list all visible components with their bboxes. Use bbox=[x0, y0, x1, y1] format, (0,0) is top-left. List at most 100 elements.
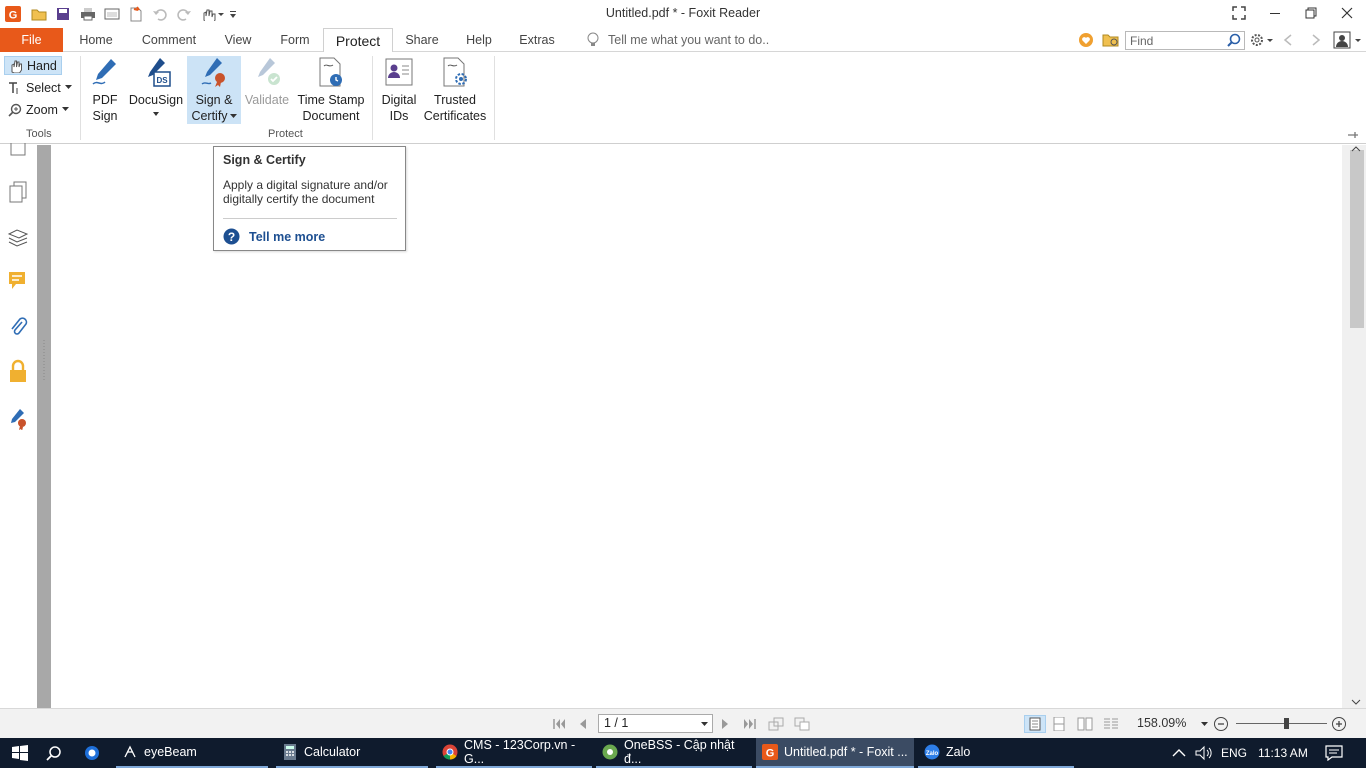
digital-ids-button[interactable]: Digital IDs bbox=[378, 56, 420, 124]
zoom-percentage[interactable]: 158.09% bbox=[1137, 716, 1186, 730]
search-icon[interactable] bbox=[1227, 33, 1241, 47]
taskbar-item-label: Calculator bbox=[304, 745, 361, 759]
navigation-pane bbox=[0, 143, 37, 708]
taskbar-item-zalo[interactable]: Zalo Zalo bbox=[918, 738, 1074, 768]
window-title: Untitled.pdf * - Foxit Reader bbox=[605, 6, 761, 20]
restore-button[interactable] bbox=[1296, 2, 1326, 24]
clock-time[interactable]: 11:13 AM bbox=[1258, 746, 1308, 760]
time-stamp-button[interactable]: Time Stamp Document bbox=[296, 56, 366, 124]
digital-ids-label-1: Digital bbox=[381, 93, 417, 107]
text-select-icon bbox=[8, 81, 22, 95]
docusign-icon: DS bbox=[140, 56, 172, 88]
layers-icon[interactable] bbox=[6, 225, 30, 249]
time-stamp-label-2: Document bbox=[302, 109, 360, 123]
navigation-pane-splitter[interactable] bbox=[37, 145, 51, 708]
bookmark-icon[interactable] bbox=[6, 139, 30, 163]
pin-ribbon-icon[interactable] bbox=[1347, 130, 1359, 140]
zalo-icon: Zalo bbox=[924, 744, 940, 760]
taskbar-item-chrome-cms[interactable]: CMS - 123Corp.vn - G... bbox=[436, 738, 592, 768]
signature-panel-icon[interactable] bbox=[6, 407, 30, 431]
tell-me-text: Tell me what you want to do.. bbox=[608, 33, 770, 47]
help-question-icon: ? bbox=[223, 228, 240, 245]
notifications-icon[interactable] bbox=[1325, 745, 1343, 761]
taskbar-item-eyebeam[interactable]: eyeBeam bbox=[116, 738, 268, 768]
zoom-tool-label: Zoom bbox=[26, 102, 58, 117]
close-button[interactable] bbox=[1332, 2, 1362, 24]
taskbar-item-label: Untitled.pdf * - Foxit ... bbox=[784, 745, 908, 759]
onebss-browser-icon bbox=[602, 744, 618, 760]
validate-button[interactable]: Validate bbox=[244, 56, 290, 124]
title-bar: G Untitled.pdf * - Foxit Reader bbox=[0, 0, 1366, 28]
trusted-certificate-icon bbox=[439, 56, 471, 88]
account-icon[interactable] bbox=[1333, 31, 1363, 49]
docusign-label: DocuSign bbox=[128, 93, 184, 107]
show-hidden-icons-icon[interactable] bbox=[1172, 747, 1186, 759]
zoom-tool-button[interactable]: Zoom bbox=[4, 100, 76, 119]
windows-taskbar: eyeBeam Calculator CMS - 123Corp.vn - G.… bbox=[0, 738, 1366, 768]
zoom-slider-track[interactable] bbox=[1236, 723, 1327, 724]
scroll-up-arrow-icon[interactable] bbox=[1351, 146, 1361, 152]
tab-share[interactable]: Share bbox=[400, 28, 444, 52]
pages-thumbnail-icon[interactable] bbox=[6, 180, 30, 204]
taskbar-item-onebss[interactable]: OneBSS - Cập nhật đ... bbox=[596, 738, 752, 768]
tab-extras[interactable]: Extras bbox=[512, 28, 562, 52]
tab-form[interactable]: Form bbox=[274, 28, 316, 52]
previous-page-icon[interactable] bbox=[574, 715, 592, 733]
sign-certify-button[interactable]: Sign & Certify bbox=[187, 56, 241, 124]
continuous-facing-view-icon[interactable] bbox=[1102, 715, 1120, 733]
previous-view-icon[interactable] bbox=[767, 715, 785, 733]
select-tool-label: Select bbox=[26, 80, 61, 95]
zoom-icon bbox=[8, 103, 22, 117]
zoom-in-icon[interactable] bbox=[1330, 715, 1348, 733]
pen-sign-icon bbox=[89, 56, 121, 88]
next-view-icon[interactable] bbox=[793, 715, 811, 733]
fullscreen-icon[interactable] bbox=[1224, 2, 1254, 24]
taskbar-item-label: Zalo bbox=[946, 745, 971, 759]
next-page-icon[interactable] bbox=[716, 715, 734, 733]
hand-tool-button[interactable]: Hand bbox=[4, 56, 62, 75]
minimize-button[interactable] bbox=[1260, 2, 1290, 24]
chevron-down-icon[interactable] bbox=[1198, 715, 1210, 733]
tell-me-search[interactable]: Tell me what you want to do.. bbox=[586, 32, 769, 48]
tell-me-more-link[interactable]: ? Tell me more bbox=[223, 228, 325, 245]
taskbar-item-calculator[interactable]: Calculator bbox=[276, 738, 428, 768]
docusign-button[interactable]: DS DocuSign bbox=[128, 56, 184, 124]
start-button[interactable] bbox=[6, 738, 40, 768]
tab-home[interactable]: Home bbox=[72, 28, 120, 52]
search-taskbar-button[interactable] bbox=[40, 738, 74, 768]
tell-me-more-text: Tell me more bbox=[249, 229, 326, 244]
page-number-input[interactable]: 1 / 1 bbox=[598, 714, 713, 733]
taskbar-item-foxit[interactable]: G Untitled.pdf * - Foxit ... bbox=[756, 738, 914, 768]
select-tool-button[interactable]: Select bbox=[4, 78, 76, 97]
trusted-certificates-button[interactable]: Trusted Certificates bbox=[423, 56, 487, 124]
favorite-icon[interactable] bbox=[1078, 32, 1094, 48]
single-page-view-icon[interactable] bbox=[1024, 715, 1046, 733]
outlook-taskbar-button[interactable] bbox=[78, 738, 112, 768]
svg-text:G: G bbox=[766, 748, 775, 760]
tab-help[interactable]: Help bbox=[460, 28, 498, 52]
scrollbar-thumb[interactable] bbox=[1350, 150, 1364, 328]
continuous-view-icon[interactable] bbox=[1050, 715, 1068, 733]
facing-view-icon[interactable] bbox=[1076, 715, 1094, 733]
search-folder-icon[interactable] bbox=[1102, 32, 1120, 48]
first-page-icon[interactable] bbox=[550, 715, 568, 733]
scroll-down-arrow-icon[interactable] bbox=[1351, 699, 1361, 705]
chevron-down-icon[interactable] bbox=[701, 722, 708, 727]
tab-protect[interactable]: Protect bbox=[323, 28, 393, 53]
language-indicator[interactable]: ENG bbox=[1221, 746, 1247, 760]
volume-icon[interactable] bbox=[1195, 745, 1213, 761]
zoom-slider-thumb[interactable] bbox=[1284, 718, 1289, 729]
tab-comment[interactable]: Comment bbox=[136, 28, 202, 52]
last-page-icon[interactable] bbox=[741, 715, 759, 733]
settings-gear-icon[interactable] bbox=[1250, 32, 1274, 48]
forward-arrow-icon[interactable] bbox=[1310, 32, 1322, 48]
tab-view[interactable]: View bbox=[218, 28, 258, 52]
comments-icon[interactable] bbox=[6, 269, 30, 293]
time-stamp-label-1: Time Stamp bbox=[297, 93, 365, 107]
tab-file[interactable]: File bbox=[0, 28, 63, 52]
lock-security-icon[interactable] bbox=[6, 359, 30, 383]
zoom-out-icon[interactable] bbox=[1212, 715, 1230, 733]
attachment-icon[interactable] bbox=[6, 315, 30, 339]
pdf-sign-button[interactable]: PDF Sign bbox=[86, 56, 124, 124]
back-arrow-icon[interactable] bbox=[1282, 32, 1294, 48]
